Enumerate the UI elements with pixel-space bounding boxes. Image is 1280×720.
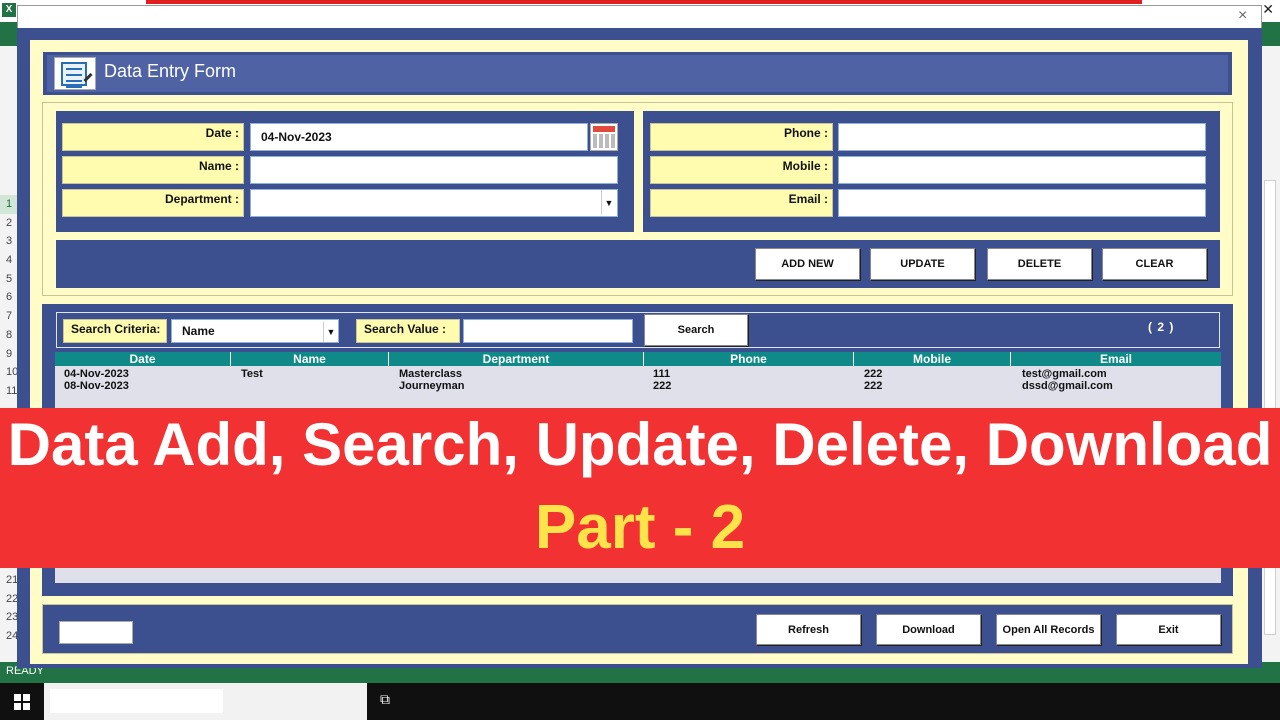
column-header[interactable]: Phone: [644, 352, 854, 366]
email-field[interactable]: [838, 189, 1206, 217]
column-header[interactable]: Department: [389, 352, 644, 366]
excel-row-number[interactable]: 10: [0, 363, 18, 382]
excel-row-number[interactable]: 5: [0, 270, 18, 289]
cell-name: Test: [241, 368, 263, 380]
email-label: Email :: [650, 189, 833, 217]
cell-mobile: 222: [864, 368, 883, 380]
excel-row-number[interactable]: 4: [0, 251, 18, 270]
department-dropdown[interactable]: [250, 189, 618, 217]
list-header: Date Name Department Phone Mobile Email: [55, 352, 1221, 366]
delete-button[interactable]: DELETE: [987, 248, 1092, 280]
record-count: ( 2 ): [1148, 320, 1175, 334]
column-header[interactable]: Email: [1011, 352, 1221, 366]
taskbar-search-input[interactable]: [50, 689, 223, 713]
search-criteria-label: Search Criteria:: [63, 319, 167, 343]
department-label: Department :: [62, 189, 244, 217]
add-new-button[interactable]: ADD NEW: [755, 248, 860, 280]
download-button[interactable]: Download: [876, 614, 981, 645]
cell-date: 08-Nov-2023: [64, 380, 129, 392]
excel-red-strip: [146, 0, 1142, 4]
excel-row-numbers-bottom: 21 22 23 24: [0, 571, 18, 646]
date-field[interactable]: 04-Nov-2023: [250, 123, 588, 151]
windows-logo-icon[interactable]: [14, 694, 30, 710]
cell-email: test@gmail.com: [1022, 368, 1107, 380]
excel-row-number[interactable]: 9: [0, 345, 18, 364]
list-rows: 04-Nov-2023 Test Masterclass 111 222 tes…: [55, 368, 1221, 392]
excel-row-number[interactable]: 3: [0, 232, 18, 251]
task-view-icon[interactable]: ⧉: [380, 691, 400, 711]
cell-phone: 222: [653, 380, 672, 392]
excel-row-number[interactable]: 11: [0, 382, 18, 401]
column-header[interactable]: Name: [231, 352, 389, 366]
excel-row-number[interactable]: 6: [0, 288, 18, 307]
excel-row-number[interactable]: 21: [0, 571, 18, 590]
cell-department: Masterclass: [399, 368, 462, 380]
excel-row-number[interactable]: 2: [0, 214, 18, 233]
excel-row-number[interactable]: 1: [0, 195, 18, 214]
date-label: Date :: [62, 123, 244, 151]
excel-row-number[interactable]: 8: [0, 326, 18, 345]
excel-row-number[interactable]: 24: [0, 627, 18, 646]
calendar-icon[interactable]: [590, 123, 618, 151]
footer-status-box: [59, 621, 133, 644]
form-document-icon: [54, 57, 96, 90]
list-item[interactable]: 08-Nov-2023 Journeyman 222 222 dssd@gmai…: [55, 380, 1221, 392]
update-button[interactable]: UPDATE: [870, 248, 975, 280]
form-title: Data Entry Form: [104, 61, 237, 81]
phone-field[interactable]: [838, 123, 1206, 151]
chevron-down-icon[interactable]: ▼: [601, 190, 616, 214]
excel-row-number[interactable]: 7: [0, 307, 18, 326]
cell-department: Journeyman: [399, 380, 465, 392]
banner-title: Data Add, Search, Update, Delete, Downlo…: [7, 411, 1273, 478]
search-button[interactable]: Search: [644, 314, 748, 346]
chevron-down-icon[interactable]: ▼: [323, 322, 338, 342]
name-field[interactable]: [250, 156, 618, 184]
banner-subtitle: Part - 2: [534, 493, 746, 562]
excel-close-icon[interactable]: ✕: [1262, 1, 1274, 18]
form-close-icon[interactable]: ×: [1238, 7, 1247, 25]
excel-row-number[interactable]: 22: [0, 590, 18, 609]
name-label: Name :: [62, 156, 244, 184]
open-all-records-button[interactable]: Open All Records: [996, 614, 1101, 645]
excel-row-number[interactable]: 23: [0, 608, 18, 627]
phone-label: Phone :: [650, 123, 833, 151]
refresh-button[interactable]: Refresh: [756, 614, 861, 645]
column-header[interactable]: Date: [55, 352, 231, 366]
mobile-label: Mobile :: [650, 156, 833, 184]
search-value-input[interactable]: [463, 319, 633, 343]
cell-mobile: 222: [864, 380, 883, 392]
exit-button[interactable]: Exit: [1116, 614, 1221, 645]
cell-email: dssd@gmail.com: [1022, 380, 1113, 392]
search-value-label: Search Value :: [356, 319, 460, 343]
mobile-field[interactable]: [838, 156, 1206, 184]
clear-button[interactable]: CLEAR: [1102, 248, 1207, 280]
search-criteria-dropdown[interactable]: Name: [171, 319, 339, 343]
column-header[interactable]: Mobile: [854, 352, 1011, 366]
excel-app-icon: X: [2, 3, 16, 17]
excel-row-numbers: 1 2 3 4 5 6 7 8 9 10 11: [0, 195, 18, 401]
list-item[interactable]: 04-Nov-2023 Test Masterclass 111 222 tes…: [55, 368, 1221, 380]
cell-date: 04-Nov-2023: [64, 368, 129, 380]
cell-phone: 111: [653, 368, 671, 380]
